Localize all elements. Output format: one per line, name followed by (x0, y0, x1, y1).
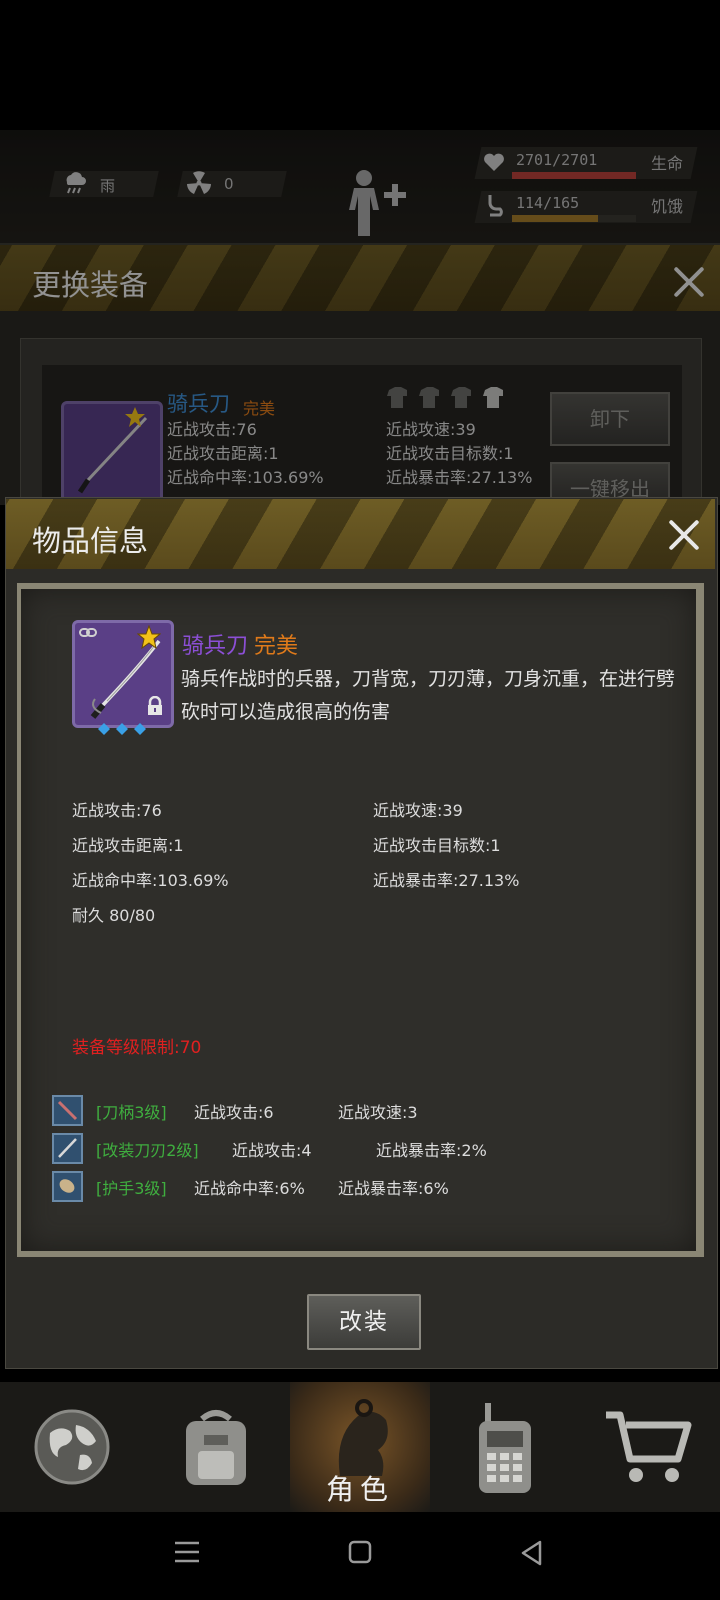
mod-row: [改装刀刃2级] 近战攻击:4 近战暴击率:2% (52, 1131, 652, 1169)
item-tile (72, 620, 174, 728)
mod-list: [刀柄3级] 近战攻击:6 近战攻速:3 [改装刀刃2级] 近战攻击:4 近战暴… (52, 1093, 652, 1207)
menu-icon[interactable] (174, 1540, 200, 1564)
mod-stat: 近战暴击率:2% (376, 1141, 487, 1160)
character-icon (338, 1399, 388, 1476)
item-info-title: 物品信息 (32, 524, 149, 558)
mod-name: [刀柄3级] (96, 1103, 167, 1122)
close-icon[interactable] (666, 517, 702, 553)
item-description: 骑兵作战时的兵器，刀背宽，刀刃薄，刀身沉重，在进行劈砍时可以造成很高的伤害 (181, 668, 676, 723)
sword-hilt-icon (52, 1095, 83, 1126)
nav-world[interactable] (0, 1382, 144, 1512)
stat-line: 近战攻速:39 (373, 801, 463, 820)
radio-icon (479, 1403, 531, 1493)
mod-stat: 近战命中率:6% (194, 1179, 305, 1198)
stat-line: 近战暴击率:27.13% (373, 871, 520, 890)
mod-stat: 近战攻速:3 (338, 1103, 418, 1122)
hand-guard-icon (52, 1171, 83, 1202)
item-stats-right: 近战攻速:39 近战攻击目标数:1 近战暴击率:27.13% (373, 793, 519, 898)
stat-line: 近战命中率:103.69% (72, 871, 229, 890)
system-nav-bar (0, 1512, 720, 1600)
stat-line: 近战攻击距离:1 (72, 836, 184, 855)
stat-line: 近战攻击目标数:1 (373, 836, 501, 855)
mod-name: [改装刀刃2级] (96, 1141, 199, 1160)
backpack-icon (186, 1410, 246, 1485)
nav-shop[interactable] (576, 1382, 720, 1512)
lock-icon (148, 696, 162, 715)
durability: 耐久 80/80 (72, 906, 156, 925)
star-icon (137, 625, 161, 649)
nav-radio[interactable] (432, 1382, 576, 1512)
mod-row: [护手3级] 近战命中率:6% 近战暴击率:6% (52, 1169, 652, 1207)
mod-name: [护手3级] (96, 1179, 167, 1198)
mod-stat: 近战攻击:6 (194, 1103, 274, 1122)
item-name: 骑兵刀 (182, 634, 249, 659)
nav-character-label: 角色 (325, 1473, 394, 1506)
stat-line: 近战攻击:76 (72, 801, 162, 820)
modify-button[interactable]: 改装 (307, 1294, 421, 1350)
level-requirement: 装备等级限制:70 (72, 1038, 202, 1058)
world-icon (34, 1409, 110, 1485)
bottom-nav: 角色 (0, 1382, 720, 1512)
nav-character[interactable]: 角色 (290, 1382, 430, 1512)
mod-stat: 近战攻击:4 (232, 1141, 312, 1160)
item-quality: 完美 (254, 634, 299, 659)
back-icon[interactable] (520, 1540, 544, 1566)
blade-icon (52, 1133, 83, 1164)
nav-backpack[interactable] (144, 1382, 288, 1512)
gem-slots-icon (98, 723, 146, 735)
mod-row: [刀柄3级] 近战攻击:6 近战攻速:3 (52, 1093, 652, 1131)
shop-cart-icon (606, 1411, 692, 1482)
home-icon[interactable] (348, 1540, 372, 1564)
mod-stat: 近战暴击率:6% (338, 1179, 449, 1198)
item-stats-left: 近战攻击:76 近战攻击距离:1 近战命中率:103.69% 耐久 80/80 (72, 793, 229, 933)
